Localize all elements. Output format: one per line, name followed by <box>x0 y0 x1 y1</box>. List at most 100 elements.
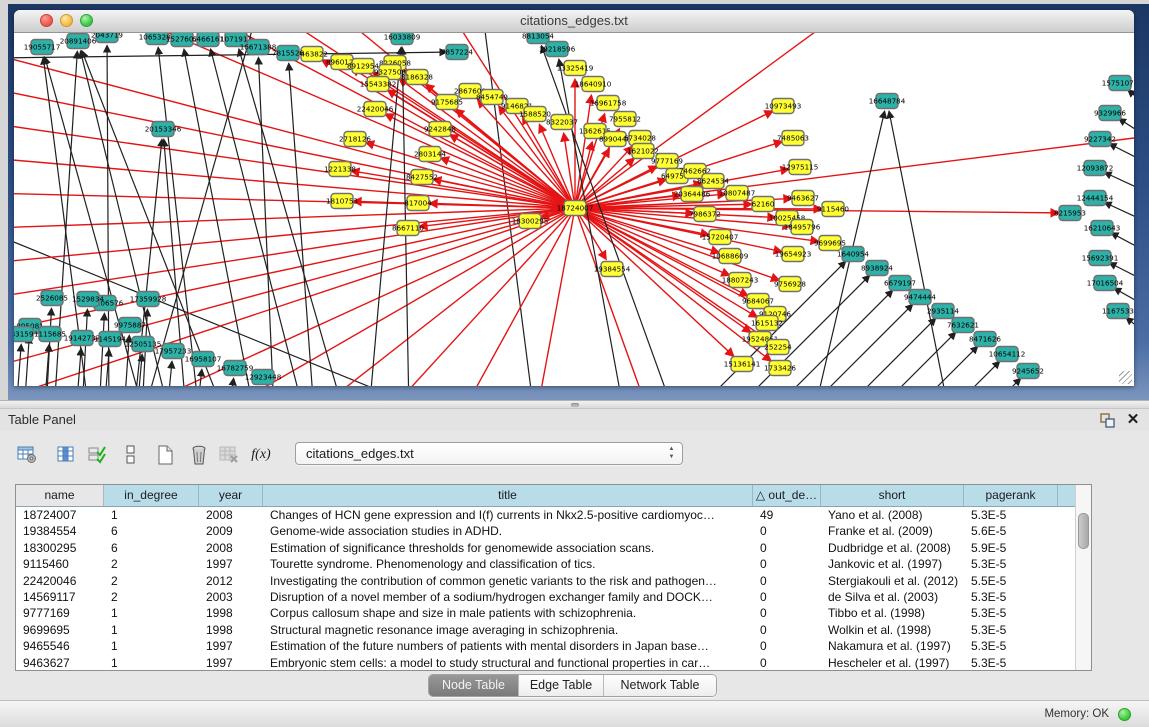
table-cell[interactable]: 2012 <box>199 573 263 589</box>
table-cell[interactable]: 1 <box>104 507 199 523</box>
table-cell[interactable]: 0 <box>753 638 821 654</box>
table-cell[interactable]: 2009 <box>199 523 263 539</box>
table-row[interactable]: 911546021997Tourette syndrome. Phenomeno… <box>16 556 1091 572</box>
table-cell[interactable]: Stergiakouli et al. (2012) <box>821 573 964 589</box>
table-cell[interactable]: Jankovic et al. (1997) <box>821 556 964 572</box>
column-visibility-button[interactable] <box>53 442 79 468</box>
table-cell[interactable]: 6 <box>104 540 199 556</box>
tab-edge-table[interactable]: Edge Table <box>519 675 604 696</box>
table-cell[interactable]: 1997 <box>199 638 263 654</box>
table-cell[interactable]: 5.3E-5 <box>964 556 1058 572</box>
network-canvas[interactable]: 1872400774638228960128891295482260589327… <box>14 33 1134 386</box>
table-cell[interactable]: Dudbridge et al. (2008) <box>821 540 964 556</box>
delete-table-button[interactable] <box>216 442 242 468</box>
table-row[interactable]: 1938455462009Genome-wide association stu… <box>16 523 1091 539</box>
tab-network-table[interactable]: Network Table <box>604 675 716 696</box>
table-cell[interactable]: 1998 <box>199 605 263 621</box>
table-cell[interactable]: 1997 <box>199 655 263 671</box>
table-cell[interactable]: 1 <box>104 638 199 654</box>
table-cell[interactable]: 0 <box>753 540 821 556</box>
table-cell[interactable]: Wolkin et al. (1998) <box>821 622 964 638</box>
table-cell[interactable]: 9777169 <box>16 605 104 621</box>
table-cell[interactable]: 0 <box>753 523 821 539</box>
table-header-title[interactable]: title <box>263 485 753 506</box>
table-header-out_de[interactable]: △ out_de… <box>753 485 821 506</box>
table-cell[interactable]: Tourette syndrome. Phenomenology and cla… <box>263 556 753 572</box>
table-cell[interactable]: 5.3E-5 <box>964 507 1058 523</box>
table-cell[interactable]: 5.6E-5 <box>964 523 1058 539</box>
table-cell[interactable]: 2008 <box>199 507 263 523</box>
table-row[interactable]: 969969511998Structural magnetic resonanc… <box>16 622 1091 638</box>
table-cell[interactable]: 2 <box>104 573 199 589</box>
zoom-window-button[interactable] <box>80 14 93 27</box>
table-cell[interactable]: 0 <box>753 556 821 572</box>
table-cell[interactable]: 18724007 <box>16 507 104 523</box>
table-row[interactable]: 2242004622012Investigating the contribut… <box>16 573 1091 589</box>
resize-grip[interactable] <box>1119 371 1132 384</box>
scrollbar-thumb[interactable] <box>1078 513 1089 549</box>
panel-divider[interactable] <box>0 400 1149 409</box>
table-cell[interactable]: Corpus callosum shape and size in male p… <box>263 605 753 621</box>
close-window-button[interactable] <box>40 14 53 27</box>
table-header-short[interactable]: short <box>821 485 964 506</box>
table-cell[interactable]: Yano et al. (2008) <box>821 507 964 523</box>
close-panel-button[interactable]: ✕ <box>1125 411 1141 429</box>
table-cell[interactable]: 2008 <box>199 540 263 556</box>
table-cell[interactable]: 1 <box>104 655 199 671</box>
table-cell[interactable]: Estimation of significance thresholds fo… <box>263 540 753 556</box>
table-cell[interactable]: 5.9E-5 <box>964 540 1058 556</box>
table-cell[interactable]: 2003 <box>199 589 263 605</box>
table-cell[interactable]: 5.3E-5 <box>964 605 1058 621</box>
table-header-year[interactable]: year <box>199 485 263 506</box>
table-row[interactable]: 977716911998Corpus callosum shape and si… <box>16 605 1091 621</box>
table-cell[interactable]: 9699695 <box>16 622 104 638</box>
select-all-rows-button[interactable] <box>84 442 110 468</box>
table-header-in_degree[interactable]: in_degree <box>104 485 199 506</box>
float-panel-button[interactable] <box>1100 413 1115 428</box>
table-cell[interactable]: 1 <box>104 622 199 638</box>
table-cell[interactable]: 2 <box>104 556 199 572</box>
table-cell[interactable]: 0 <box>753 573 821 589</box>
table-cell[interactable]: 5.5E-5 <box>964 573 1058 589</box>
table-row[interactable]: 946362711997Embryonic stem cells: a mode… <box>16 655 1091 671</box>
table-header-name[interactable]: name <box>16 485 104 506</box>
table-cell[interactable]: 1997 <box>199 556 263 572</box>
table-cell[interactable]: Changes of HCN gene expression and I(f) … <box>263 507 753 523</box>
table-cell[interactable]: 49 <box>753 507 821 523</box>
table-cell[interactable]: Hescheler et al. (1997) <box>821 655 964 671</box>
table-cell[interactable]: 9115460 <box>16 556 104 572</box>
tab-node-table[interactable]: Node Table <box>429 675 519 696</box>
table-cell[interactable]: 9465546 <box>16 638 104 654</box>
table-cell[interactable]: Investigating the contribution of common… <box>263 573 753 589</box>
window-titlebar[interactable]: citations_edges.txt <box>14 10 1134 33</box>
new-column-button[interactable] <box>152 442 178 468</box>
table-scrollbar[interactable] <box>1075 485 1091 670</box>
table-row[interactable]: 946554611997Estimation of the future num… <box>16 638 1091 654</box>
function-builder-button[interactable]: f(x) <box>248 442 274 468</box>
table-cell[interactable]: 5.3E-5 <box>964 622 1058 638</box>
table-cell[interactable]: 22420046 <box>16 573 104 589</box>
table-cell[interactable]: 0 <box>753 655 821 671</box>
table-cell[interactable]: 0 <box>753 622 821 638</box>
table-cell[interactable]: 18300295 <box>16 540 104 556</box>
table-cell[interactable]: Nakamura et al. (1997) <box>821 638 964 654</box>
table-cell[interactable]: 0 <box>753 589 821 605</box>
table-cell[interactable]: 6 <box>104 523 199 539</box>
table-cell[interactable]: 14569117 <box>16 589 104 605</box>
table-row[interactable]: 1830029562008Estimation of significance … <box>16 540 1091 556</box>
deselect-all-rows-button[interactable] <box>118 442 144 468</box>
table-cell[interactable]: de Silva et al. (2003) <box>821 589 964 605</box>
table-cell[interactable]: Structural magnetic resonance image aver… <box>263 622 753 638</box>
table-header-pagerank[interactable]: pagerank <box>964 485 1058 506</box>
table-cell[interactable]: 5.3E-5 <box>964 655 1058 671</box>
minimize-window-button[interactable] <box>60 14 73 27</box>
table-cell[interactable]: Genome-wide association studies in ADHD. <box>263 523 753 539</box>
table-cell[interactable]: Franke et al. (2009) <box>821 523 964 539</box>
table-cell[interactable]: 2 <box>104 589 199 605</box>
table-cell[interactable]: 0 <box>753 605 821 621</box>
table-cell[interactable]: 1 <box>104 605 199 621</box>
table-row[interactable]: 1872400712008Changes of HCN gene express… <box>16 507 1091 523</box>
table-cell[interactable]: 19384554 <box>16 523 104 539</box>
table-cell[interactable]: Embryonic stem cells: a model to study s… <box>263 655 753 671</box>
table-cell[interactable]: Estimation of the future numbers of pati… <box>263 638 753 654</box>
